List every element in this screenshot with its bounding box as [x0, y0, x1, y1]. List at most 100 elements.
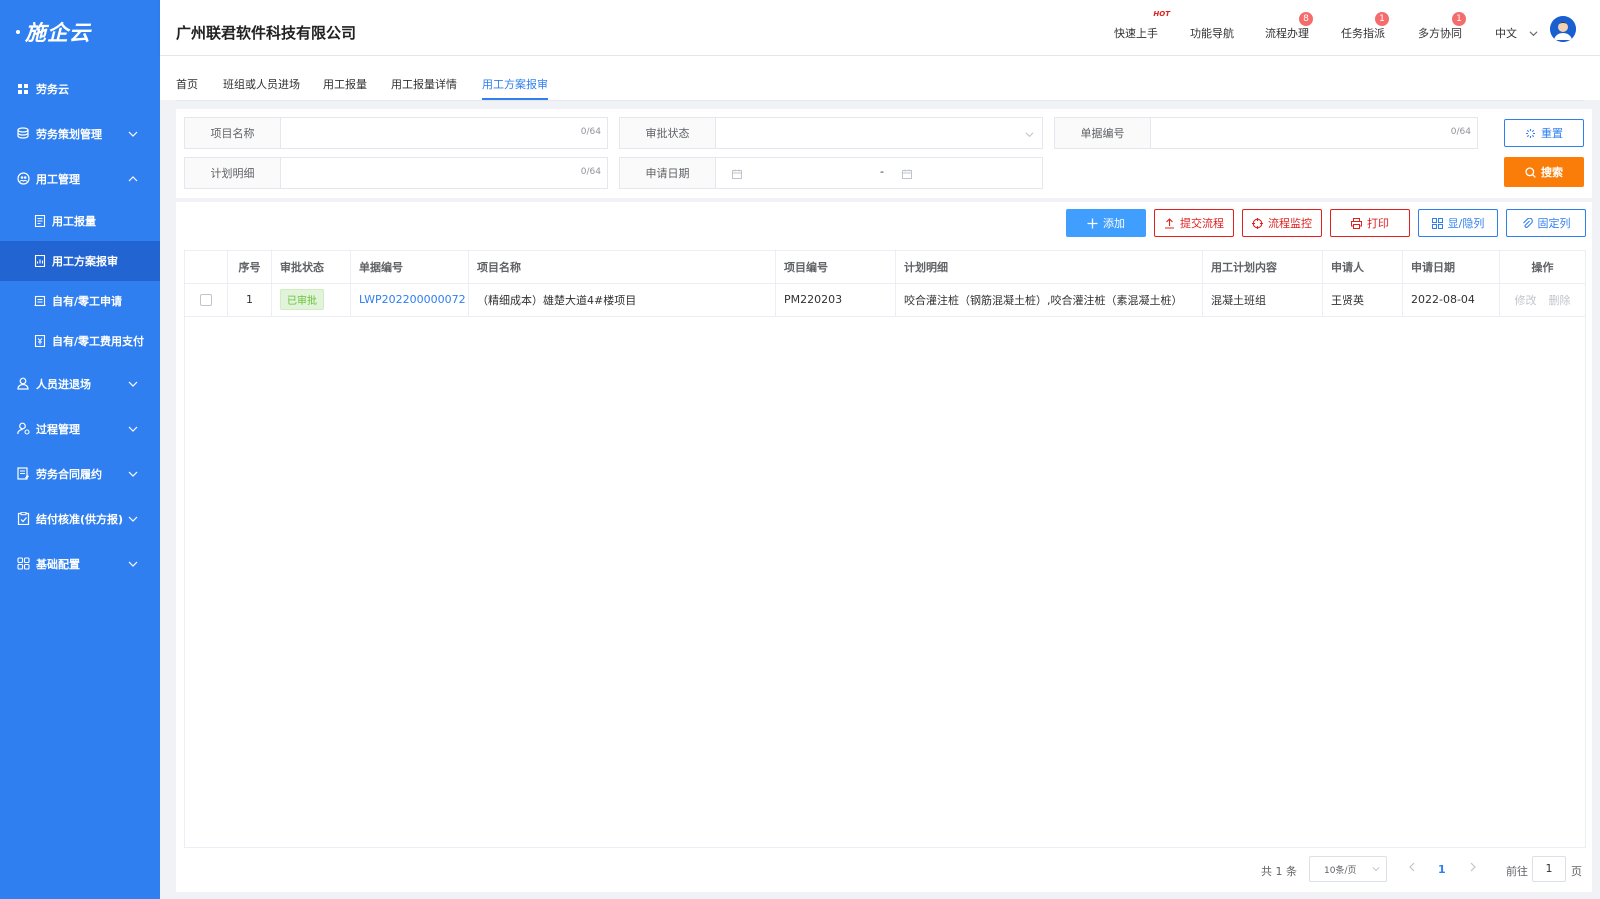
- apps-icon: [1431, 217, 1443, 229]
- sidebar-item-laowuyun[interactable]: 劳务云: [0, 66, 160, 111]
- search-button[interactable]: 搜索: [1504, 157, 1584, 187]
- sidebar-item-label: 劳务合同履约: [36, 467, 102, 481]
- sidebar-sub-item-report[interactable]: 用工报量: [0, 201, 160, 241]
- field-label: 单据编号: [1055, 118, 1151, 148]
- tab-home[interactable]: 首页: [176, 76, 198, 92]
- grid-icon: [16, 82, 30, 96]
- paperclip-icon: [1522, 217, 1533, 229]
- apply-form-icon: [34, 295, 46, 307]
- doc-no-field: 单据编号 0/64: [1054, 117, 1478, 149]
- monitor-flow-button[interactable]: 流程监控: [1242, 209, 1322, 237]
- sidebar-item-label: 过程管理: [36, 422, 80, 436]
- database-icon: [16, 127, 30, 141]
- sidebar: 施企云 劳务云 劳务策划管理 用工管理 用工报量 用工方案报审 自有/零工申请 …: [0, 0, 160, 899]
- col-header-plan-detail: 计划明细: [896, 251, 1203, 283]
- sidebar-sub-item-label: 自有/零工费用支付: [52, 335, 145, 348]
- sidebar-sub-item-plan-review[interactable]: 用工方案报审: [0, 241, 160, 281]
- doc-no-link[interactable]: LWP202200000072: [359, 293, 466, 306]
- header-link-label: 任务指派: [1341, 27, 1385, 40]
- project-name-input[interactable]: 0/64: [281, 118, 607, 148]
- tab-report[interactable]: 用工报量: [323, 76, 367, 92]
- page-size-value: 10条/页: [1324, 865, 1357, 876]
- row-checkbox[interactable]: [200, 293, 212, 306]
- next-page-button[interactable]: [1469, 862, 1477, 875]
- col-header-plan-content: 用工计划内容: [1203, 251, 1323, 283]
- col-header-project-no: 项目编号: [776, 251, 896, 283]
- prev-page-button[interactable]: [1408, 862, 1416, 875]
- table-cell-status: 已审批: [272, 283, 351, 316]
- submit-flow-button[interactable]: 提交流程: [1154, 209, 1234, 237]
- tab-plan-review[interactable]: 用工方案报审: [482, 76, 548, 92]
- field-label: 项目名称: [185, 118, 281, 148]
- add-button[interactable]: 添加: [1066, 209, 1146, 237]
- sidebar-item-label: 用工管理: [36, 172, 80, 186]
- sidebar-sub-item-temp-apply[interactable]: 自有/零工申请: [0, 281, 160, 321]
- plan-detail-field: 计划明细 0/64: [184, 157, 608, 189]
- chevron-down-icon: [128, 469, 138, 479]
- sidebar-sub-item-temp-pay[interactable]: 自有/零工费用支付: [0, 321, 160, 361]
- date-range-separator: -: [880, 165, 884, 178]
- pagination-total: 共 1 条: [1261, 865, 1297, 878]
- header-link-nav[interactable]: 功能导航: [1190, 25, 1234, 41]
- goto-page-input[interactable]: 1: [1532, 856, 1566, 882]
- header-link-tasks[interactable]: 任务指派 1: [1341, 12, 1389, 41]
- plan-detail-input[interactable]: 0/64: [281, 158, 607, 188]
- chevron-down-icon: [128, 559, 138, 569]
- header-link-quickstart[interactable]: 快速上手 HOT: [1114, 10, 1170, 41]
- avatar[interactable]: [1550, 16, 1576, 42]
- delete-button[interactable]: 删除: [1549, 292, 1571, 308]
- sidebar-item-config[interactable]: 基础配置: [0, 541, 160, 586]
- reset-button[interactable]: 重置: [1504, 119, 1584, 147]
- sidebar-sub-item-label: 用工方案报审: [52, 255, 118, 268]
- tab-team-entry[interactable]: 班组或人员进场: [223, 76, 300, 92]
- sidebar-item-settlement[interactable]: 结付核准(供方报): [0, 496, 160, 541]
- plus-icon: [1087, 218, 1098, 229]
- col-header-project-name: 项目名称: [469, 251, 776, 283]
- chevron-down-icon: [128, 379, 138, 389]
- table-cell-doc-no: LWP202200000072: [351, 283, 469, 316]
- monitor-flow-label: 流程监控: [1268, 217, 1312, 230]
- top-header: 广州联君软件科技有限公司 快速上手 HOT 功能导航 流程办理 8 任务指派 1…: [160, 0, 1600, 56]
- sidebar-item-process[interactable]: 过程管理: [0, 406, 160, 451]
- add-label: 添加: [1103, 217, 1125, 230]
- apply-date-range[interactable]: -: [716, 158, 1042, 188]
- sidebar-item-label: 劳务云: [36, 82, 69, 96]
- goto-label: 前往: [1506, 865, 1528, 878]
- table-cell-applicant: 王贤英: [1323, 283, 1403, 316]
- sidebar-item-employment[interactable]: 用工管理: [0, 156, 160, 201]
- document-icon: [34, 215, 46, 227]
- notification-badge: 1: [1375, 12, 1389, 26]
- page-size-select[interactable]: 10条/页: [1309, 856, 1387, 882]
- language-select[interactable]: 中文: [1495, 25, 1538, 41]
- chevron-left-icon: [1409, 862, 1415, 872]
- sidebar-item-contract[interactable]: 劳务合同履约: [0, 451, 160, 496]
- header-link-collab[interactable]: 多方协同 1: [1418, 12, 1466, 41]
- tab-report-detail[interactable]: 用工报量详情: [391, 76, 457, 92]
- page-number-1[interactable]: 1: [1438, 863, 1446, 876]
- tab-bar: 首页 班组或人员进场 用工报量 用工报量详情 用工方案报审: [160, 56, 1600, 101]
- print-button[interactable]: 打印: [1330, 209, 1410, 237]
- chevron-down-icon: [128, 424, 138, 434]
- notification-badge: 1: [1452, 12, 1466, 26]
- tabs-divider: [176, 100, 1584, 101]
- chevron-down-icon: [1372, 865, 1380, 873]
- sidebar-sub-item-label: 用工报量: [52, 215, 96, 228]
- toggle-columns-button[interactable]: 显/隐列: [1418, 209, 1498, 237]
- doc-no-input[interactable]: 0/64: [1151, 118, 1477, 148]
- sidebar-item-personnel[interactable]: 人员进退场: [0, 361, 160, 406]
- col-header-index: 序号: [228, 251, 272, 283]
- fix-columns-button[interactable]: 固定列: [1506, 209, 1586, 237]
- col-header-doc-no: 单据编号: [351, 251, 469, 283]
- notification-badge: 8: [1299, 12, 1313, 26]
- sidebar-item-label: 结付核准(供方报): [36, 512, 124, 526]
- search-icon: [1525, 166, 1536, 178]
- header-link-process[interactable]: 流程办理 8: [1265, 12, 1313, 41]
- table-cell-index: 1: [228, 283, 272, 316]
- calendar-icon: [732, 169, 742, 179]
- sidebar-item-planning[interactable]: 劳务策划管理: [0, 111, 160, 156]
- approval-status-select[interactable]: [716, 118, 1042, 148]
- print-label: 打印: [1367, 217, 1389, 230]
- logo[interactable]: 施企云: [0, 0, 160, 64]
- hot-badge: HOT: [1153, 10, 1170, 18]
- edit-button[interactable]: 修改: [1515, 292, 1537, 308]
